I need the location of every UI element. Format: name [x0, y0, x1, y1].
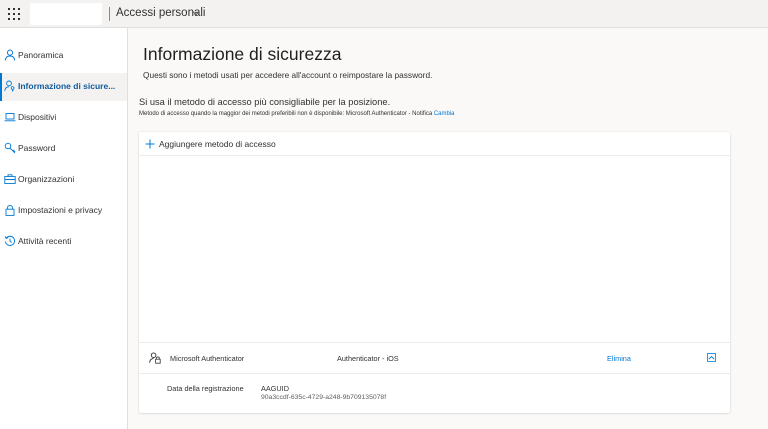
- sidebar-item-label: Impostazioni e privacy: [18, 205, 103, 215]
- person-icon: [4, 49, 16, 61]
- sidebar-item-password[interactable]: Password: [0, 135, 127, 163]
- add-method-button[interactable]: Aggiungere metodo di accesso: [139, 132, 730, 156]
- authenticator-icon: [149, 352, 161, 364]
- chevron-down-icon[interactable]: [192, 10, 200, 16]
- default-method-note: Metodo di accesso quando la maggior dei …: [139, 111, 455, 117]
- sidebar-item-label: Panoramica: [18, 50, 64, 60]
- sidebar-item-label: Password: [18, 143, 56, 153]
- registration-date-label: Data della registrazione: [167, 384, 244, 393]
- add-method-label: Aggiungere metodo di accesso: [159, 139, 276, 149]
- aaguid-label: AAGUID: [261, 384, 289, 393]
- top-bar: Accessi personali: [0, 0, 768, 28]
- sidebar-item-label: Organizzazioni: [18, 174, 75, 184]
- organization-logo[interactable]: [30, 3, 102, 25]
- sidebar-item-security-info[interactable]: Informazione di sicure...: [0, 73, 127, 101]
- laptop-icon: [4, 113, 16, 122]
- aaguid-value: 90a3ccdf-635c-4729-a248-9b709135078f: [261, 394, 387, 401]
- sidebar-item-label: Attività recenti: [18, 236, 72, 246]
- sidebar-item-recent-activity[interactable]: Attività recenti: [0, 228, 127, 256]
- page-title: Informazione di sicurezza: [143, 44, 342, 64]
- sidebar: Panoramica Informazione di sicure... Dis…: [0, 28, 128, 429]
- collapse-icon[interactable]: [707, 353, 716, 362]
- delete-method-link[interactable]: Elimina: [607, 354, 631, 363]
- method-name: Microsoft Authenticator: [170, 354, 245, 363]
- method-row: Microsoft Authenticator Authenticator - …: [139, 342, 730, 374]
- sidebar-item-overview[interactable]: Panoramica: [0, 42, 127, 70]
- header-divider: [109, 7, 110, 21]
- app-launcher-icon[interactable]: [8, 8, 20, 20]
- sidebar-item-organizations[interactable]: Organizzazioni: [0, 166, 127, 194]
- page-subtitle: Questi sono i metodi usati per accedere …: [143, 70, 433, 80]
- method-detail: Authenticator - iOS: [337, 354, 399, 363]
- sidebar-item-label: Informazione di sicure...: [18, 81, 116, 91]
- person-key-icon: [4, 80, 15, 92]
- briefcase-icon: [4, 174, 16, 184]
- sidebar-item-devices[interactable]: Dispositivi: [0, 104, 127, 132]
- main-content: Informazione di sicurezza Questi sono i …: [128, 28, 768, 429]
- key-icon: [4, 142, 16, 154]
- change-link[interactable]: Cambia: [434, 111, 455, 117]
- default-method-text: Si usa il metodo di accesso più consigli…: [139, 97, 391, 107]
- history-icon: [4, 235, 16, 246]
- methods-card: Aggiungere metodo di accesso Microsoft A…: [139, 132, 730, 413]
- default-method-note-text: Metodo di accesso quando la maggior dei …: [139, 111, 433, 117]
- plus-icon: [145, 139, 155, 149]
- sidebar-item-settings-privacy[interactable]: Impostazioni e privacy: [0, 197, 127, 225]
- sidebar-item-label: Dispositivi: [18, 112, 57, 122]
- lock-icon: [5, 205, 15, 216]
